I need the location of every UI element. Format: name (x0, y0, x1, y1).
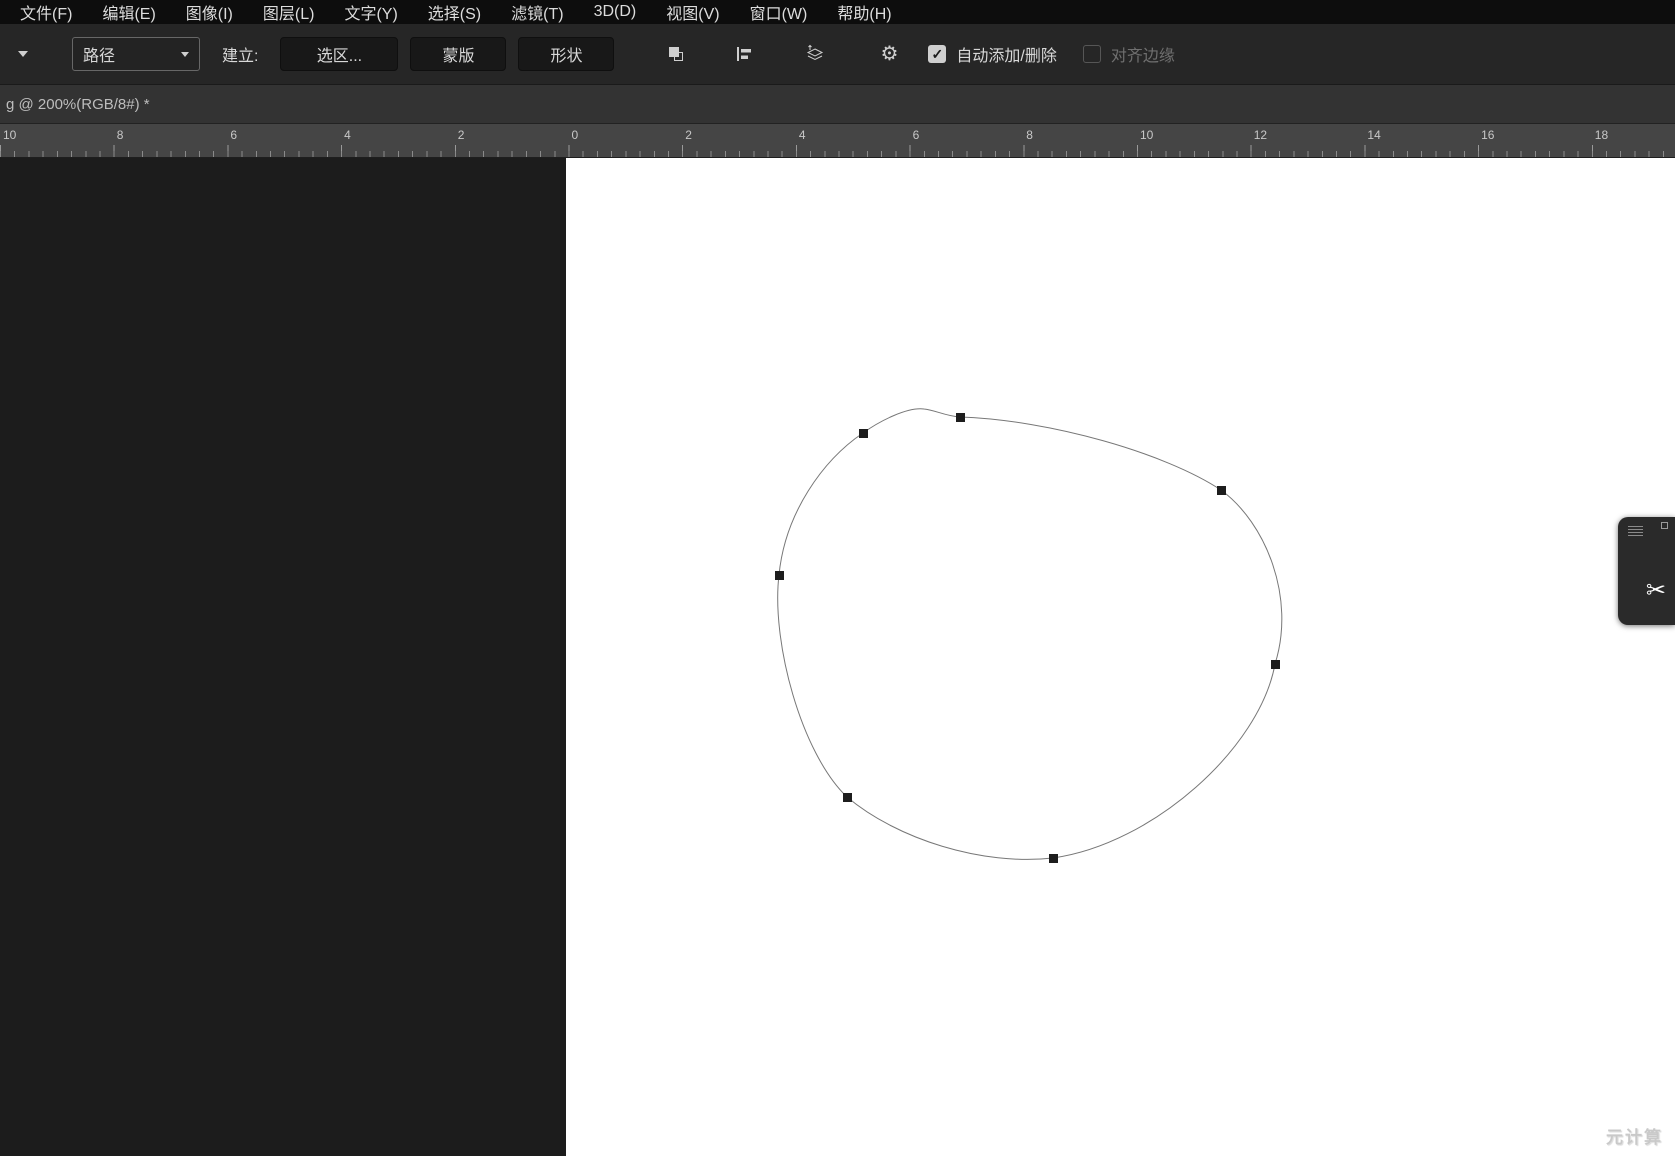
check-icon: ✓ (932, 46, 944, 63)
path-arrangement-button[interactable] (802, 42, 828, 66)
photoshop-window: 文件(F) 编辑(E) 图像(I) 图层(L) 文字(Y) 选择(S) 滤镜(T) 3D(D)… (0, 0, 1675, 1156)
menu-item[interactable]: 图像(I) (186, 0, 233, 24)
auto-add-delete-checkbox[interactable]: ✓ (928, 45, 946, 63)
align-edges-label: 对齐边缘 (1111, 42, 1175, 66)
panel-grip-icon (1628, 526, 1643, 537)
align-icon (734, 44, 754, 64)
horizontal-ruler[interactable]: 10 8 6 4 2 0 2 4 6 8 10 12 14 16 18 (0, 124, 1675, 158)
document-tab-bar: g @ 200%(RGB/8#) * (0, 85, 1675, 124)
menu-item[interactable]: 文件(F) (20, 0, 72, 24)
collapsed-panel[interactable]: ✂ (1618, 517, 1675, 625)
stack-arrange-icon (804, 44, 826, 64)
menu-item[interactable]: 3D(D) (594, 3, 637, 21)
menu-item[interactable]: 编辑(E) (102, 0, 155, 24)
tool-preset-chevron-button[interactable] (14, 45, 32, 63)
ruler-label: 4 (344, 128, 351, 142)
ruler-label: 18 (1595, 128, 1608, 142)
path-operations-button[interactable] (664, 42, 688, 66)
ruler-label: 16 (1481, 128, 1494, 142)
chevron-down-icon (181, 52, 189, 57)
ruler-label: 8 (1026, 128, 1033, 142)
tool-settings-gear-button[interactable]: ⚙ (878, 42, 900, 66)
align-edges-checkbox[interactable] (1083, 45, 1101, 63)
pasteboard (0, 158, 566, 1156)
menu-item[interactable]: 帮助(H) (837, 0, 891, 24)
path-alignment-button[interactable] (732, 42, 756, 66)
gear-icon: ⚙ (880, 44, 898, 64)
make-shape-button[interactable]: 形状 (518, 37, 614, 71)
combine-shapes-icon (666, 44, 686, 64)
ruler-label: 6 (230, 128, 237, 142)
ruler-label: 2 (685, 128, 692, 142)
ruler-label: 14 (1367, 128, 1380, 142)
make-selection-button[interactable]: 选区... (280, 37, 398, 71)
menu-item[interactable]: 选择(S) (428, 0, 481, 24)
document-title[interactable]: g @ 200%(RGB/8#) * (6, 96, 150, 113)
make-mask-button[interactable]: 蒙版 (410, 37, 506, 71)
ruler-label: 8 (117, 128, 124, 142)
tool-options-bar: 路径 建立: 选区... 蒙版 形状 (0, 24, 1675, 85)
chevron-down-icon (18, 51, 28, 57)
menu-item[interactable]: 视图(V) (666, 0, 719, 24)
tool-mode-select[interactable]: 路径 (72, 37, 200, 71)
ruler-label: 10 (1140, 128, 1153, 142)
menu-bar: 文件(F) 编辑(E) 图像(I) 图层(L) 文字(Y) 选择(S) 滤镜(T) 3D(D)… (0, 0, 1675, 24)
ruler-label: 12 (1254, 128, 1267, 142)
document-canvas[interactable] (566, 158, 1675, 1156)
ruler-label: 0 (572, 128, 579, 142)
menu-item[interactable]: 图层(L) (263, 0, 315, 24)
tool-mode-value: 路径 (83, 42, 115, 66)
canvas-area: ✂ 元计算 (0, 158, 1675, 1156)
ruler-label: 6 (913, 128, 920, 142)
ruler-label: 2 (458, 128, 465, 142)
menu-item[interactable]: 窗口(W) (750, 0, 808, 24)
ruler-label: 4 (799, 128, 806, 142)
menu-item[interactable]: 文字(Y) (344, 0, 397, 24)
ruler-label: 10 (3, 128, 16, 142)
make-label: 建立: (222, 42, 258, 66)
menu-item[interactable]: 滤镜(T) (511, 0, 563, 24)
watermark: 元计算 (1606, 1123, 1663, 1148)
scissors-icon[interactable]: ✂ (1646, 579, 1666, 603)
panel-mini-icon (1661, 522, 1668, 529)
auto-add-delete-label: 自动添加/删除 (956, 42, 1056, 66)
